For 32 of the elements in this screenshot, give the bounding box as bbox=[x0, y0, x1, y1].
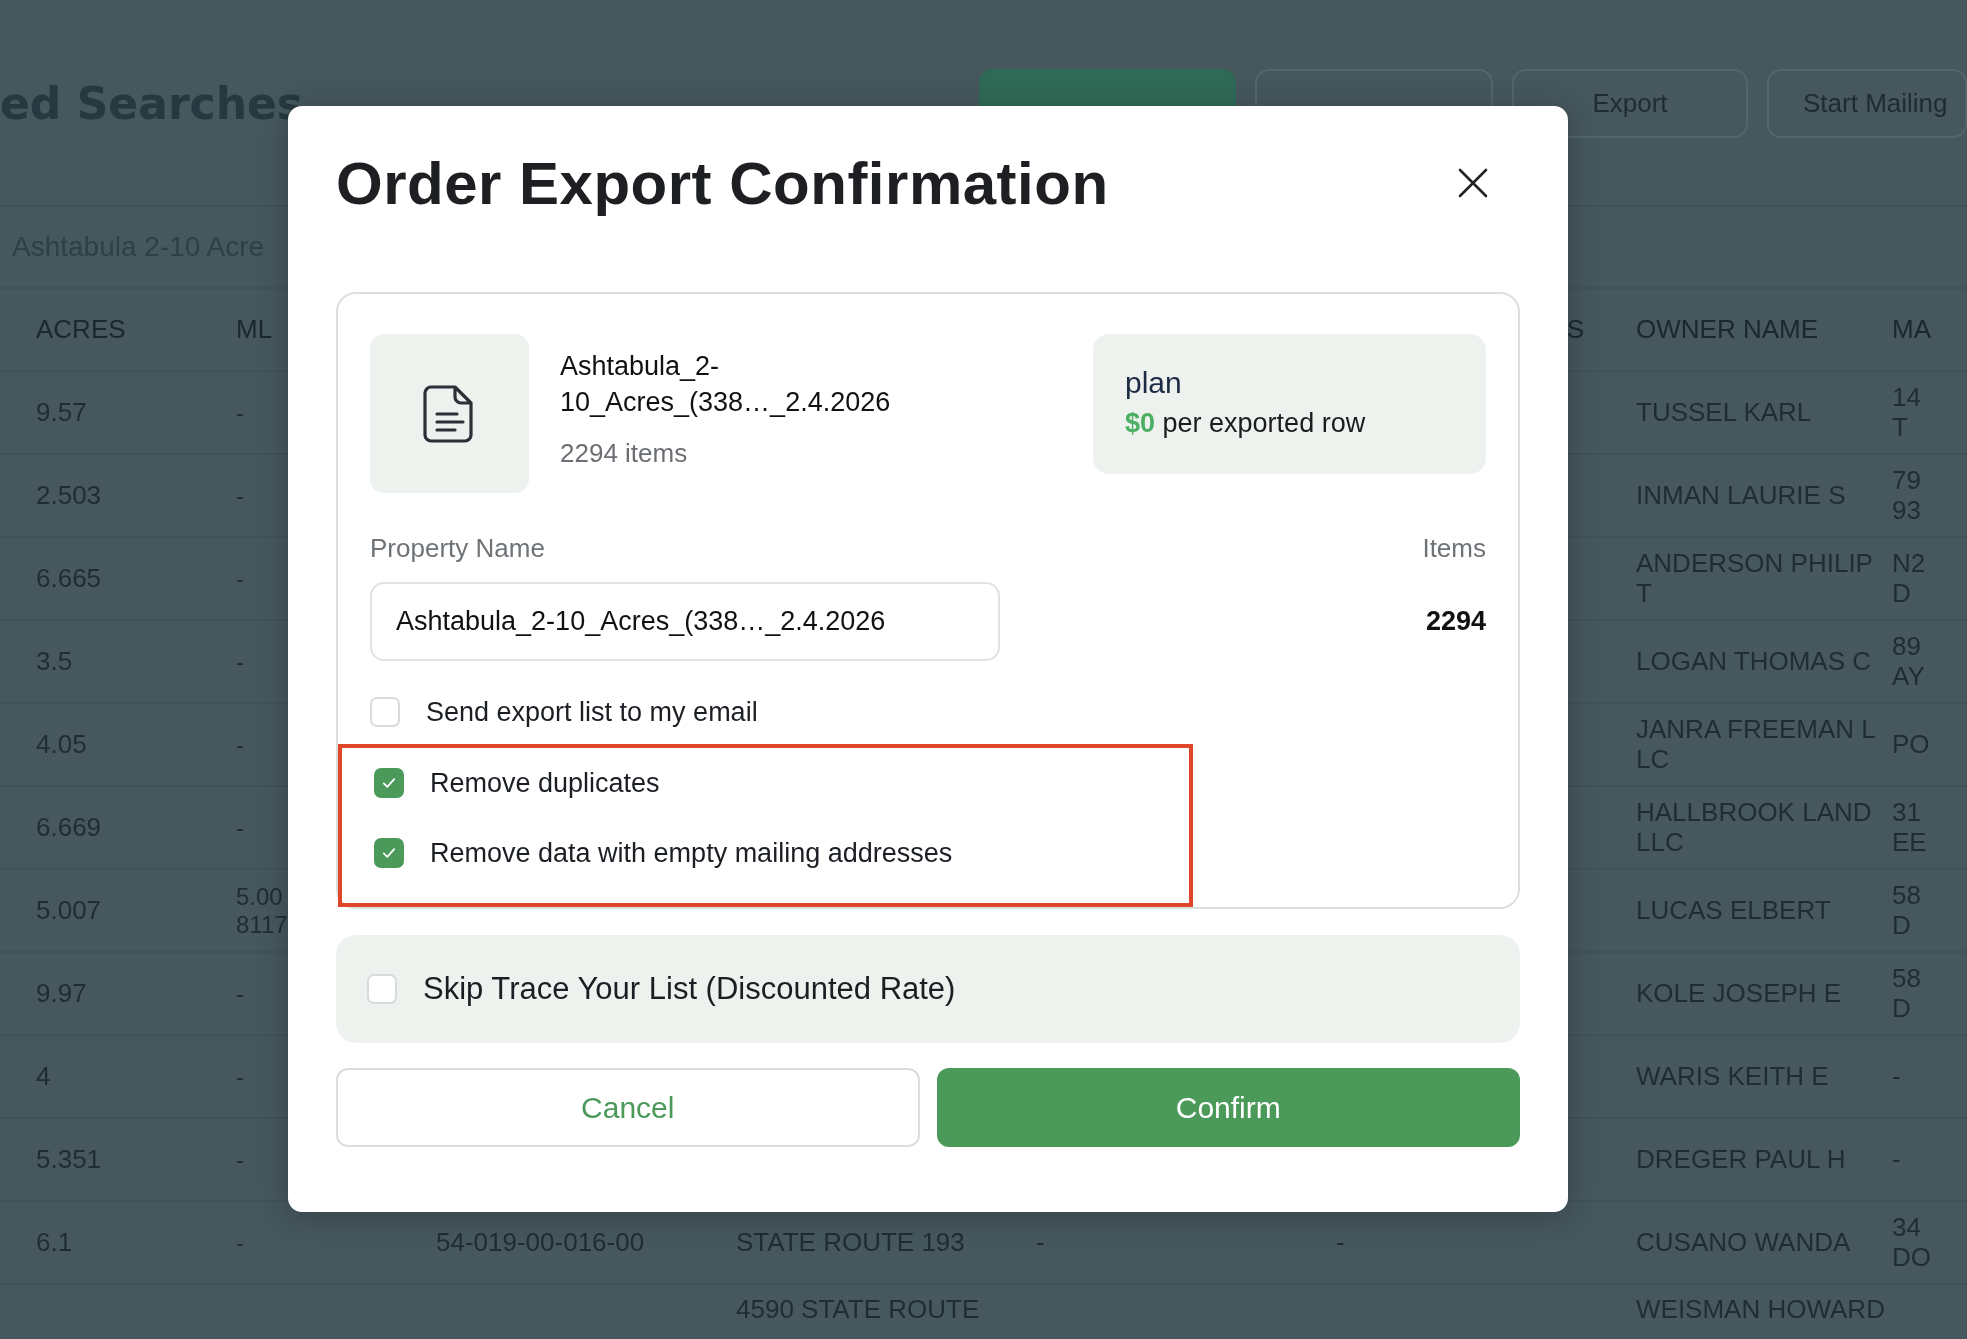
option-label: Remove data with empty mailing addresses bbox=[430, 837, 953, 869]
items-label: Items bbox=[1422, 533, 1486, 564]
table-cell-text: - bbox=[235, 1145, 245, 1174]
checkbox[interactable] bbox=[374, 838, 404, 868]
table-cell-text: - bbox=[1035, 1227, 1046, 1258]
property-name-field[interactable]: Ashtabula_2-10_Acres_(338…_2.4.2026 bbox=[370, 582, 1000, 661]
table-cell-text: - bbox=[235, 481, 245, 510]
table-cell-text: - bbox=[235, 398, 245, 427]
table-cell-text: - bbox=[1335, 1227, 1346, 1258]
confirm-button[interactable]: Confirm bbox=[936, 1068, 1520, 1147]
option-label: Send export list to my email bbox=[426, 696, 758, 728]
table-cell-text: - bbox=[1892, 1144, 1902, 1175]
items-value: 2294 bbox=[1425, 606, 1486, 637]
dialog-title: Order Export Confirmation bbox=[336, 148, 1109, 218]
checkbox[interactable] bbox=[374, 768, 404, 798]
option-label: Remove duplicates bbox=[430, 767, 660, 799]
plan-price: $0 per exported row bbox=[1125, 408, 1367, 439]
close-icon[interactable] bbox=[1456, 166, 1490, 200]
item-count: 2294 items bbox=[560, 438, 689, 469]
cancel-button[interactable]: Cancel bbox=[336, 1068, 920, 1147]
plan-name: plan bbox=[1125, 366, 1183, 400]
table-cell-text: - bbox=[1892, 1061, 1902, 1092]
table-cell-text: - bbox=[235, 730, 245, 759]
table-cell-text: - bbox=[235, 813, 245, 842]
table-cell-text: - bbox=[235, 647, 245, 676]
table-cell-text: - bbox=[235, 1062, 245, 1091]
table-cell-text: - bbox=[235, 979, 245, 1008]
field-label: Property Name bbox=[370, 533, 545, 564]
table-cell-text: - bbox=[235, 1228, 245, 1257]
table-cell-text: - bbox=[235, 564, 245, 593]
file-name: Ashtabula_2-10_Acres_(338…_2.4.2026 bbox=[560, 350, 892, 419]
option-label: Skip Trace Your List (Discounted Rate) bbox=[423, 971, 956, 1007]
